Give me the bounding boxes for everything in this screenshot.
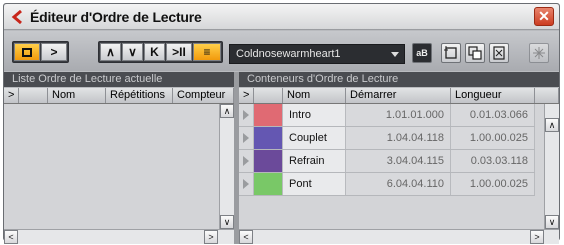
scroll-up-button[interactable]: ∧ (545, 118, 559, 132)
playlist-editor-window: Éditeur d'Ordre de Lecture ✕ > ∧ ∨ K >II… (3, 3, 560, 244)
move-up-button[interactable]: ∧ (100, 43, 121, 61)
playlist-selector-value: Coldnosewarmheart1 (236, 48, 341, 60)
rename-button[interactable]: aB (412, 43, 432, 63)
play-icon[interactable] (239, 150, 254, 172)
table-row[interactable]: Pont 6.04.04.110 1.00.00.025 (239, 173, 535, 196)
right-column-header: > Nom Démarrer Longueur (239, 88, 559, 104)
row-length[interactable]: 0.03.03.118 (451, 150, 535, 172)
left-column-header: > Nom Répétitions Compteur (4, 88, 234, 104)
close-button[interactable]: ✕ (534, 7, 554, 26)
row-name[interactable]: Refrain (283, 150, 346, 172)
left-vertical-scrollbar[interactable]: ∧ ∨ (219, 104, 234, 229)
duplicate-button[interactable] (465, 43, 485, 63)
color-swatch (254, 127, 283, 149)
row-length[interactable]: 1.00.00.025 (451, 127, 535, 149)
col-play[interactable]: > (4, 88, 19, 103)
playlist-list[interactable] (4, 104, 219, 229)
stop-button[interactable] (14, 43, 40, 61)
scroll-left-button[interactable]: < (239, 230, 253, 244)
play-icon[interactable] (239, 173, 254, 195)
row-start[interactable]: 6.04.04.110 (346, 173, 451, 195)
scroll-right-button[interactable]: > (530, 230, 544, 244)
scroll-down-button[interactable]: ∨ (220, 215, 234, 229)
container-list[interactable]: Intro 1.01.01.000 0.01.03.066 Couplet 1.… (239, 104, 544, 229)
col-repeats[interactable]: Répétitions (106, 88, 173, 103)
transport-group: > (12, 41, 69, 63)
scroll-right-button[interactable]: > (204, 230, 218, 244)
col-spacer (535, 88, 559, 103)
col-color[interactable] (19, 88, 48, 103)
col-name[interactable]: Nom (283, 88, 346, 103)
col-color[interactable] (254, 88, 283, 103)
pin-button[interactable] (529, 43, 549, 63)
navigation-group: ∧ ∨ K >II ≡ (98, 41, 223, 63)
row-length[interactable]: 1.00.00.025 (451, 173, 535, 195)
chevron-down-icon (391, 52, 399, 57)
row-start[interactable]: 3.04.04.115 (346, 150, 451, 172)
playlist-selector[interactable]: Coldnosewarmheart1 (229, 44, 405, 64)
left-horizontal-scrollbar[interactable]: < > (4, 229, 234, 244)
scroll-down-button[interactable]: ∨ (545, 215, 559, 229)
scroll-left-button[interactable]: < (4, 230, 18, 244)
color-swatch (254, 173, 283, 195)
table-row[interactable]: Couplet 1.04.04.118 1.00.00.025 (239, 127, 535, 150)
next-pause-button[interactable]: >II (166, 43, 192, 61)
app-logo-icon (11, 10, 22, 24)
delete-icon (493, 46, 505, 60)
play-button[interactable]: > (41, 43, 67, 61)
toolbar: > ∧ ∨ K >II ≡ Coldnosewarmheart1 aB (4, 31, 559, 71)
col-start[interactable]: Démarrer (346, 88, 451, 103)
row-name[interactable]: Intro (283, 104, 346, 126)
table-row[interactable]: Refrain 3.04.04.115 0.03.03.118 (239, 150, 535, 173)
scroll-up-button[interactable]: ∧ (220, 104, 234, 118)
col-name[interactable]: Nom (48, 88, 106, 103)
play-icon[interactable] (239, 127, 254, 149)
right-horizontal-scrollbar[interactable]: < > (239, 229, 559, 244)
pin-icon (533, 47, 545, 59)
row-length[interactable]: 0.01.03.066 (451, 104, 535, 126)
right-panel-title: Conteneurs d'Ordre de Lecture (239, 72, 559, 87)
row-name[interactable]: Couplet (283, 127, 346, 149)
color-swatch (254, 104, 283, 126)
color-swatch (254, 150, 283, 172)
stop-icon (22, 47, 32, 57)
right-vertical-scrollbar[interactable]: ∧ ∨ (544, 104, 559, 229)
table-row[interactable]: Intro 1.01.01.000 0.01.03.066 (239, 104, 535, 127)
title-bar: Éditeur d'Ordre de Lecture ✕ (4, 4, 559, 30)
left-panel-title: Liste Ordre de Lecture actuelle (4, 72, 234, 87)
row-start[interactable]: 1.01.01.000 (346, 104, 451, 126)
new-playlist-button[interactable] (441, 43, 461, 63)
duplicate-icon (468, 46, 482, 60)
edit-list-button[interactable]: ≡ (193, 43, 221, 61)
row-start[interactable]: 1.04.04.118 (346, 127, 451, 149)
play-icon[interactable] (239, 104, 254, 126)
window-title: Éditeur d'Ordre de Lecture (30, 9, 202, 25)
move-down-button[interactable]: ∨ (122, 43, 143, 61)
previous-button[interactable]: K (144, 43, 165, 61)
delete-button[interactable] (489, 43, 509, 63)
col-length[interactable]: Longueur (451, 88, 535, 103)
col-counter[interactable]: Compteur (173, 88, 234, 103)
new-icon (444, 46, 457, 59)
col-play[interactable]: > (239, 88, 254, 103)
row-name[interactable]: Pont (283, 173, 346, 195)
